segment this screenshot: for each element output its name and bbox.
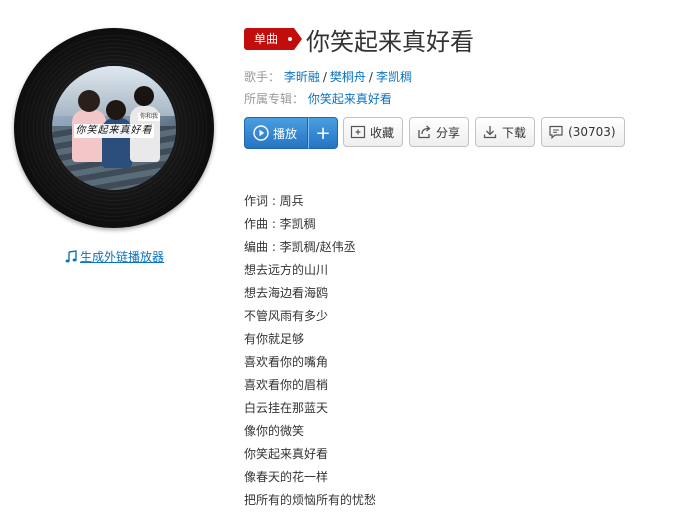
album-label: 所属专辑： — [244, 92, 305, 106]
album-row: 所属专辑： 你笑起来真好看 — [244, 88, 674, 110]
folder-add-icon — [350, 125, 366, 139]
lyric-line: 像春天的花一样 — [244, 470, 329, 484]
collect-button[interactable]: 收藏 — [343, 117, 404, 147]
cover-title-text: 你笑起来真好看 — [74, 124, 154, 138]
music-note-icon — [65, 249, 77, 262]
lyric-line: 想去海边看海鸥 — [244, 286, 329, 300]
lyric-line: 有你就足够 — [244, 332, 305, 346]
play-icon — [253, 125, 269, 141]
collect-button-label: 收藏 — [370, 125, 395, 140]
download-button[interactable]: 下载 — [475, 117, 536, 147]
share-button[interactable]: 分享 — [409, 117, 470, 147]
album-cover-disc: 你和我 你笑起来真好看 — [14, 28, 218, 232]
lyric-line: 作曲 : 李凯稠 — [244, 217, 316, 231]
song-title: 你笑起来真好看 — [306, 27, 475, 56]
singers-row: 歌手： 李昕融 / 樊桐舟 / 李凯稠 — [244, 70, 412, 84]
comments-button[interactable]: (30703) — [541, 117, 625, 147]
singer-link[interactable]: 李凯稠 — [376, 70, 412, 84]
lyric-line: 不管风雨有多少 — [244, 309, 329, 323]
single-badge-label: 单曲 — [254, 32, 279, 46]
album-link[interactable]: 你笑起来真好看 — [308, 92, 392, 106]
action-buttons: 播放 + 收藏 分享 下载 (30703) — [244, 117, 674, 149]
lyric-line: 作词 : 周兵 — [244, 194, 304, 208]
generate-external-player-link[interactable]: 生成外链播放器 — [64, 248, 164, 265]
single-badge: 单曲 — [244, 28, 303, 50]
cover-mini-label: 你和我 — [138, 113, 160, 121]
plus-icon: + — [315, 122, 331, 144]
singer-link[interactable]: 李昕融 — [284, 70, 320, 84]
lyric-line: 白云挂在那蓝天 — [244, 401, 329, 415]
lyric-line: 你笑起来真好看 — [244, 447, 329, 461]
album-cover-image: 你和我 你笑起来真好看 — [52, 66, 176, 190]
lyric-line: 想去远方的山川 — [244, 263, 329, 277]
play-button[interactable]: 播放 — [244, 117, 309, 149]
lyric-line: 喜欢看你的嘴角 — [244, 355, 329, 369]
comments-count: (30703) — [568, 125, 616, 139]
download-icon — [483, 126, 497, 139]
singer-link[interactable]: 樊桐舟 — [330, 70, 366, 84]
lyric-line: 喜欢看你的眉梢 — [244, 378, 329, 392]
play-button-label: 播放 — [273, 126, 298, 141]
download-button-label: 下载 — [502, 125, 527, 140]
lyrics-panel: 作词 : 周兵 作曲 : 李凯稠 编曲 : 李凯稠/赵伟丞 想去远方的山川 想去… — [244, 190, 644, 512]
external-link-label: 生成外链播放器 — [80, 250, 165, 264]
lyric-line: 编曲 : 李凯稠/赵伟丞 — [244, 240, 356, 254]
share-button-label: 分享 — [436, 125, 461, 140]
share-icon — [418, 125, 431, 139]
add-to-playlist-button[interactable]: + — [308, 117, 339, 149]
comment-icon — [549, 125, 563, 140]
lyric-line: 像你的微笑 — [244, 424, 305, 438]
play-button-group: 播放 + — [244, 117, 339, 149]
singers-label: 歌手： — [244, 70, 281, 84]
